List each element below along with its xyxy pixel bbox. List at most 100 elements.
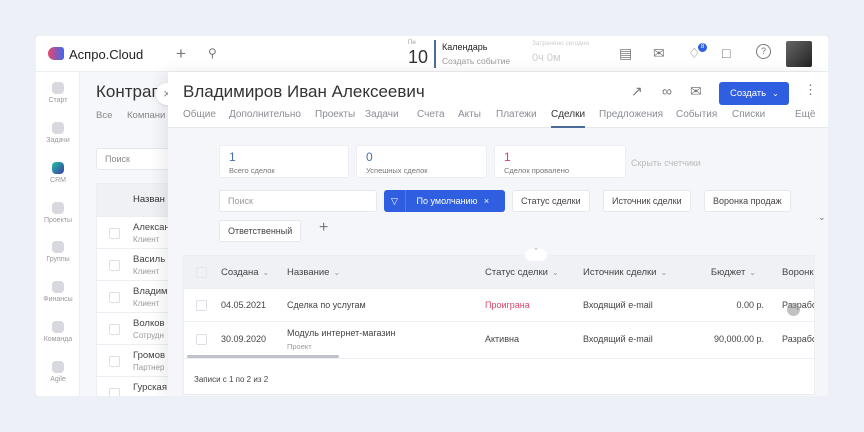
counter-value: 1 bbox=[504, 150, 511, 164]
contact-type: Клиент bbox=[133, 267, 160, 276]
table-row[interactable]: 30.09.2020 Модуль интернет-магазин Проек… bbox=[184, 321, 814, 356]
avatar[interactable] bbox=[786, 41, 812, 67]
deal-budget: 90,000.00 р. bbox=[713, 333, 764, 344]
create-button[interactable]: Создать ⌄ bbox=[719, 82, 789, 105]
plus-icon[interactable]: + bbox=[176, 44, 186, 64]
chevron-down-icon: ⌄ bbox=[749, 268, 756, 277]
column-header[interactable]: Источник сделки ⌄ bbox=[583, 267, 667, 278]
tab-5[interactable]: Акты bbox=[458, 109, 481, 120]
search-icon[interactable]: ⚲ bbox=[208, 46, 217, 60]
preset-label: По умолчанию bbox=[416, 196, 478, 206]
filter-button[interactable]: Источник сделки bbox=[603, 190, 691, 212]
tab-3[interactable]: Задачи bbox=[365, 109, 399, 120]
finance-icon bbox=[52, 281, 64, 293]
notification-badge: 8 bbox=[698, 43, 707, 52]
table-header: Создана ⌄ Название ⌄ Статус сделки ⌄ Источник … bbox=[184, 256, 814, 288]
column-header[interactable]: Название ⌄ bbox=[287, 267, 340, 278]
sidebar-item-tasks[interactable]: Задачи bbox=[36, 122, 80, 144]
deal-search-input[interactable]: Поиск bbox=[219, 190, 377, 212]
chevron-down-icon: ⌄ bbox=[333, 268, 341, 277]
tab-10[interactable]: Списки bbox=[732, 109, 765, 120]
filter-button[interactable]: Воронка продаж bbox=[704, 190, 791, 212]
table-row[interactable]: 04.05.2021 Сделка по услугам Проиграна В… bbox=[184, 288, 814, 321]
select-all-checkbox[interactable] bbox=[196, 267, 207, 278]
row-checkbox[interactable] bbox=[109, 260, 120, 271]
tab-6[interactable]: Платежи bbox=[496, 109, 537, 120]
sidebar-item-groups[interactable]: Группы bbox=[36, 241, 80, 263]
counter-card: 0 Успешных сделок bbox=[356, 145, 487, 178]
sidebar-label: Группы bbox=[46, 256, 70, 263]
row-checkbox[interactable] bbox=[196, 299, 207, 311]
close-icon[interactable]: × bbox=[484, 196, 489, 206]
tab-11[interactable]: Ещё bbox=[795, 109, 815, 120]
chevron-down-icon: ⌄ bbox=[660, 268, 668, 277]
plus-icon[interactable]: + bbox=[319, 219, 328, 237]
help-icon[interactable]: ? bbox=[756, 44, 771, 59]
create-event-link[interactable]: Создать событие bbox=[442, 56, 510, 66]
row-checkbox[interactable] bbox=[109, 228, 120, 239]
deal-type: Проект bbox=[287, 342, 312, 351]
deal-name[interactable]: Модуль интернет-магазин bbox=[287, 328, 396, 338]
chat-icon[interactable]: □ bbox=[722, 45, 730, 61]
filter-icon: ▽ bbox=[384, 190, 406, 212]
sidebar-item-projects[interactable]: Проекты bbox=[36, 202, 80, 224]
hide-counters-link[interactable]: Скрыть счетчики bbox=[631, 158, 701, 168]
sidebar-item-crm[interactable]: CRM bbox=[36, 162, 80, 184]
mail-icon[interactable]: ✉ bbox=[690, 83, 702, 100]
tab-0[interactable]: Общие bbox=[183, 109, 216, 120]
link-icon[interactable]: ∞ bbox=[662, 83, 672, 99]
column-header[interactable]: Бюджет ⌄ bbox=[711, 267, 756, 278]
contact-name: Василь bbox=[133, 254, 166, 265]
tab-companies[interactable]: Компани bbox=[127, 110, 165, 121]
search-input[interactable]: Поиск bbox=[96, 148, 176, 170]
preset-filter-button[interactable]: ▽ По умолчанию × bbox=[384, 190, 505, 212]
tab-2[interactable]: Проекты bbox=[315, 109, 355, 120]
created-date: 04.05.2021 bbox=[221, 299, 267, 310]
contact-name: Гурская bbox=[133, 382, 167, 393]
mail-icon[interactable]: ✉ bbox=[653, 45, 665, 62]
sidebar-label: Старт bbox=[48, 97, 68, 104]
search-placeholder: Поиск bbox=[105, 154, 130, 164]
sidebar-item-start[interactable]: Старт bbox=[36, 82, 80, 104]
tab-4[interactable]: Счета bbox=[417, 109, 445, 120]
tab-1[interactable]: Дополнительно bbox=[229, 109, 301, 120]
tab-7[interactable]: Сделки bbox=[551, 109, 585, 120]
notes-icon[interactable]: ▤ bbox=[619, 45, 632, 62]
sidebar-label: CRM bbox=[50, 177, 66, 184]
collapse-handle[interactable]: ˆ bbox=[525, 249, 547, 261]
created-date: 30.09.2020 bbox=[221, 333, 267, 344]
tab-all[interactable]: Все bbox=[96, 110, 112, 121]
sidebar-item-agile[interactable]: Agile bbox=[36, 361, 80, 383]
column-header[interactable]: Создана ⌄ bbox=[221, 267, 269, 278]
tab-9[interactable]: События bbox=[676, 109, 717, 120]
column-header[interactable]: Воронк bbox=[782, 267, 814, 278]
sidebar-item-finance[interactable]: Финансы bbox=[36, 281, 80, 303]
tab-8[interactable]: Предложения bbox=[599, 109, 663, 120]
column-header[interactable]: Статус сделки ⌄ bbox=[485, 267, 559, 278]
contact-type: Клиент bbox=[133, 395, 159, 396]
create-label: Создать bbox=[730, 88, 767, 99]
row-checkbox[interactable] bbox=[196, 333, 207, 345]
deal-status: Активна bbox=[485, 333, 519, 344]
row-checkbox[interactable] bbox=[109, 324, 120, 335]
row-checkbox[interactable] bbox=[109, 292, 120, 303]
deals-table: Создана ⌄ Название ⌄ Статус сделки ⌄ Источник … bbox=[183, 255, 815, 395]
logo[interactable]: Аспро.Cloud bbox=[69, 47, 143, 62]
records-count: Записи с 1 по 2 из 2 bbox=[194, 375, 269, 384]
row-checkbox[interactable] bbox=[109, 356, 120, 367]
filter-button[interactable]: Статус сделки bbox=[512, 190, 590, 212]
collapse-icon[interactable]: ⌄ bbox=[818, 212, 826, 223]
counter-card: 1 Всего сделок bbox=[219, 145, 349, 178]
deal-name[interactable]: Сделка по услугам bbox=[287, 300, 366, 310]
external-link-icon[interactable]: ↗ bbox=[631, 83, 643, 100]
scroll-indicator[interactable] bbox=[787, 303, 800, 316]
contact-panel: × Владимиров Иван Алексеевич ↗ ∞ ✉ Созда… bbox=[156, 72, 828, 396]
day-short: Пн bbox=[408, 40, 416, 46]
sidebar-item-team[interactable]: Команда bbox=[36, 321, 80, 343]
filter-button[interactable]: Ответственный bbox=[219, 220, 302, 242]
calendar-link[interactable]: Календарь bbox=[442, 42, 487, 52]
more-icon[interactable]: ⋮ bbox=[804, 82, 817, 98]
row-checkbox[interactable] bbox=[109, 388, 120, 396]
sidebar: Старт Задачи CRM Проекты Группы Финансы … bbox=[36, 72, 80, 396]
day-number: 10 bbox=[408, 47, 429, 67]
